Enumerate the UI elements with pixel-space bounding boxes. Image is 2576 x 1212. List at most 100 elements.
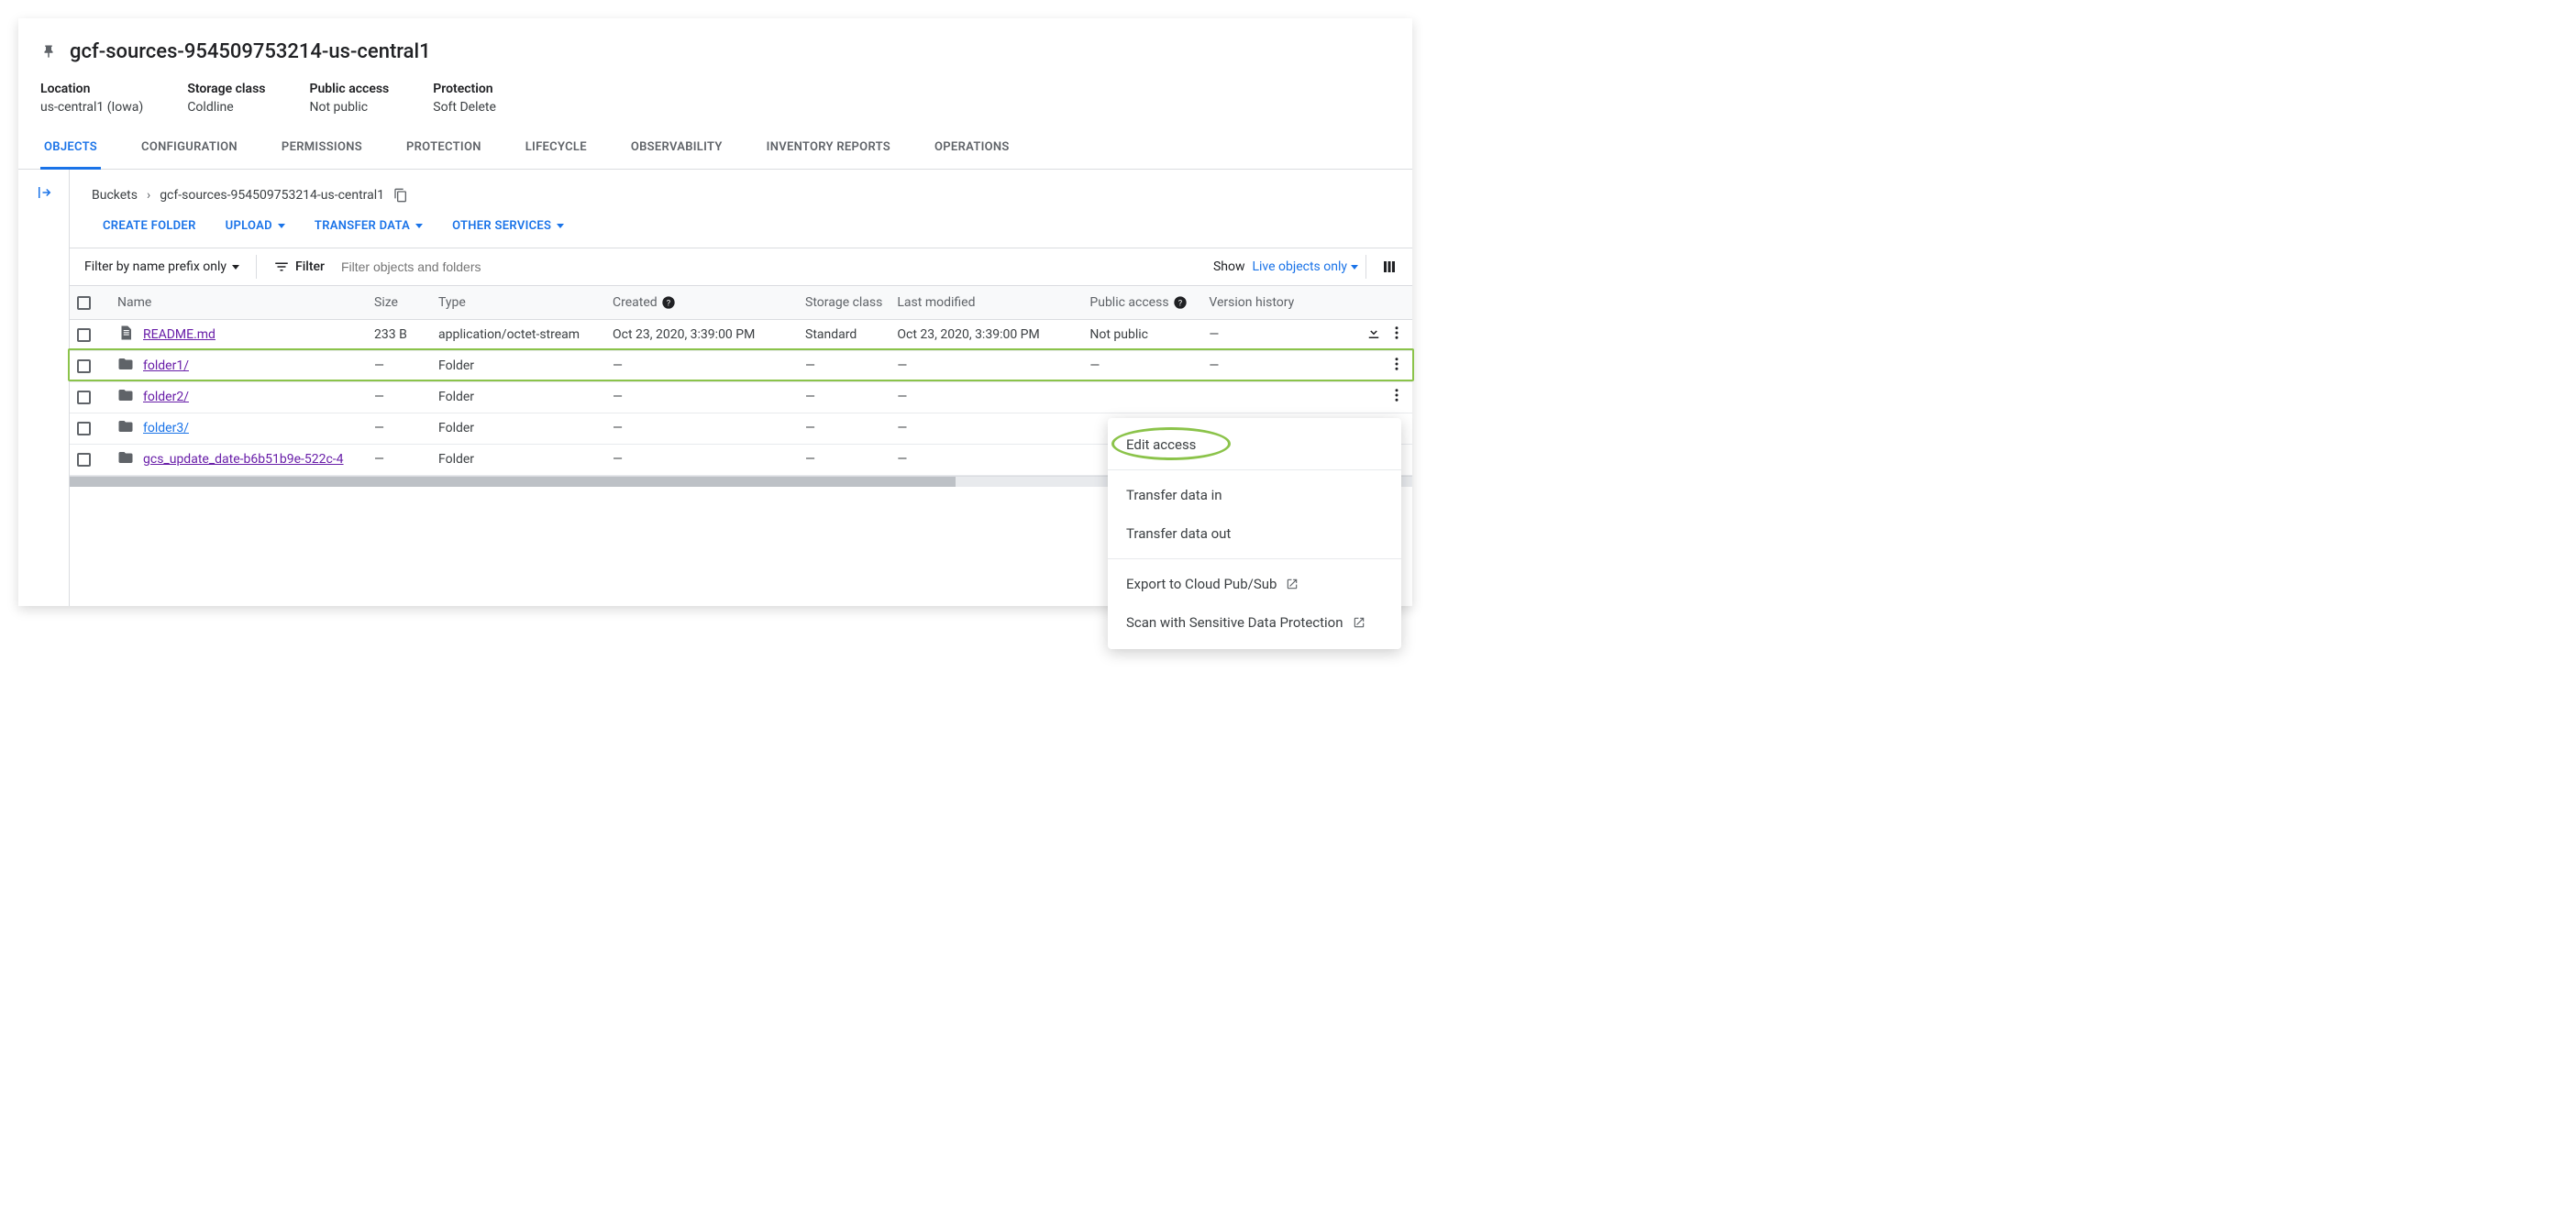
row-checkbox[interactable] (77, 359, 91, 373)
copy-icon[interactable] (393, 188, 408, 203)
filter-text: Filter (295, 259, 325, 274)
cell-last-modified: — (890, 413, 1082, 444)
file-icon (117, 325, 134, 345)
tab-lifecycle[interactable]: LIFECYCLE (522, 140, 591, 169)
cell-size: — (367, 381, 431, 413)
cell-version: — (1201, 319, 1348, 350)
col-name[interactable]: Name (110, 286, 367, 319)
row-checkbox[interactable] (77, 453, 91, 467)
chevron-down-icon (278, 224, 285, 228)
row-checkbox[interactable] (77, 391, 91, 404)
expand-panel-handle[interactable] (18, 170, 70, 606)
col-size[interactable]: Size (367, 286, 431, 319)
menu-edit-access[interactable]: Edit access (1108, 425, 1401, 464)
menu-export-pubsub[interactable]: Export to Cloud Pub/Sub (1108, 565, 1401, 603)
help-icon[interactable]: ? (1173, 295, 1188, 310)
other-services-button[interactable]: OTHER SERVICES (452, 219, 564, 233)
menu-transfer-out[interactable]: Transfer data out (1108, 514, 1401, 553)
tab-permissions[interactable]: PERMISSIONS (278, 140, 366, 169)
meta-storage-class-label: Storage class (187, 82, 265, 96)
tab-protection[interactable]: PROTECTION (403, 140, 485, 169)
object-name-link[interactable]: README.md (143, 327, 216, 342)
more-actions-button[interactable] (1388, 361, 1405, 376)
filter-input[interactable] (341, 259, 1197, 274)
cell-size: — (367, 444, 431, 475)
tab-operations[interactable]: OPERATIONS (931, 140, 1013, 169)
object-name-link[interactable]: folder3/ (143, 421, 189, 435)
row-checkbox[interactable] (77, 422, 91, 435)
meta-storage-class-value: Coldline (187, 100, 265, 115)
cell-created: — (605, 413, 798, 444)
bucket-details-card: gcf-sources-954509753214-us-central1 Loc… (18, 18, 1412, 606)
external-link-icon (1286, 578, 1299, 590)
folder-icon (117, 387, 134, 407)
create-folder-button[interactable]: CREATE FOLDER (103, 219, 196, 233)
divider (256, 255, 257, 279)
tab-objects[interactable]: OBJECTS (40, 140, 101, 170)
more-actions-button[interactable] (1388, 330, 1405, 345)
col-version-history[interactable]: Version history (1201, 286, 1348, 319)
col-storage-class[interactable]: Storage class (798, 286, 890, 319)
filter-prefix-dropdown[interactable]: Filter by name prefix only (84, 259, 239, 274)
col-public-access[interactable]: Public access? (1082, 286, 1201, 319)
menu-transfer-in[interactable]: Transfer data in (1108, 476, 1401, 514)
row-checkbox[interactable] (77, 328, 91, 342)
col-created-label: Created (613, 295, 658, 310)
col-type[interactable]: Type (431, 286, 605, 319)
transfer-data-button[interactable]: TRANSFER DATA (315, 219, 423, 233)
cell-type: application/octet-stream (431, 319, 605, 350)
cell-public-access: Not public (1082, 319, 1201, 350)
cell-public-access: — (1082, 350, 1201, 381)
svg-text:?: ? (666, 298, 670, 308)
pin-icon[interactable] (40, 44, 57, 61)
chevron-down-icon (415, 224, 423, 228)
chevron-down-icon (557, 224, 564, 228)
table-row[interactable]: README.md233 Bapplication/octet-streamOc… (70, 319, 1412, 350)
select-all-checkbox[interactable] (77, 296, 91, 310)
object-name-link[interactable]: folder1/ (143, 358, 189, 373)
menu-scan-sdp[interactable]: Scan with Sensitive Data Protection (1108, 603, 1401, 642)
upload-button[interactable]: UPLOAD (226, 219, 285, 233)
meta-protection-label: Protection (433, 82, 496, 96)
tab-inventory-reports[interactable]: INVENTORY REPORTS (763, 140, 894, 169)
meta-location-value: us-central1 (Iowa) (40, 100, 143, 115)
breadcrumb-root[interactable]: Buckets (92, 188, 138, 203)
cell-created: Oct 23, 2020, 3:39:00 PM (605, 319, 798, 350)
cell-storage-class: Standard (798, 319, 890, 350)
cell-created: — (605, 381, 798, 413)
cell-storage-class: — (798, 413, 890, 444)
table-row[interactable]: folder2/—Folder——— (70, 381, 1412, 413)
columns-icon[interactable] (1381, 259, 1398, 275)
transfer-data-label: TRANSFER DATA (315, 219, 410, 233)
cell-created: — (605, 350, 798, 381)
col-last-modified[interactable]: Last modified (890, 286, 1082, 319)
bucket-title: gcf-sources-954509753214-us-central1 (70, 40, 431, 63)
menu-export-pubsub-label: Export to Cloud Pub/Sub (1126, 576, 1277, 592)
tabs: OBJECTS CONFIGURATION PERMISSIONS PROTEC… (18, 126, 1412, 170)
breadcrumb-current: gcf-sources-954509753214-us-central1 (160, 188, 384, 203)
help-icon[interactable]: ? (661, 295, 676, 310)
show-dropdown[interactable]: Live objects only (1252, 259, 1358, 274)
folder-icon (117, 449, 134, 469)
cell-type: Folder (431, 444, 605, 475)
menu-edit-access-label: Edit access (1126, 436, 1196, 453)
tab-observability[interactable]: OBSERVABILITY (627, 140, 726, 169)
cell-version: — (1201, 350, 1348, 381)
table-row[interactable]: folder1/—Folder————— (70, 350, 1412, 381)
breadcrumb: Buckets › gcf-sources-954509753214-us-ce… (70, 182, 1412, 219)
download-button[interactable] (1365, 330, 1382, 345)
more-actions-button[interactable] (1388, 392, 1405, 407)
cell-public-access (1082, 381, 1201, 413)
bucket-meta: Locationus-central1 (Iowa) Storage class… (18, 63, 1412, 126)
cell-last-modified: — (890, 350, 1082, 381)
chevron-right-icon: › (147, 188, 150, 203)
expand-panel-icon (36, 184, 52, 201)
cell-last-modified: — (890, 444, 1082, 475)
cell-size: — (367, 413, 431, 444)
show-value: Live objects only (1252, 259, 1347, 274)
object-name-link[interactable]: folder2/ (143, 390, 189, 404)
divider (1365, 255, 1366, 279)
object-name-link[interactable]: gcs_update_date-b6b51b9e-522c-4 (143, 452, 344, 467)
col-created[interactable]: Created? (605, 286, 798, 319)
tab-configuration[interactable]: CONFIGURATION (138, 140, 241, 169)
